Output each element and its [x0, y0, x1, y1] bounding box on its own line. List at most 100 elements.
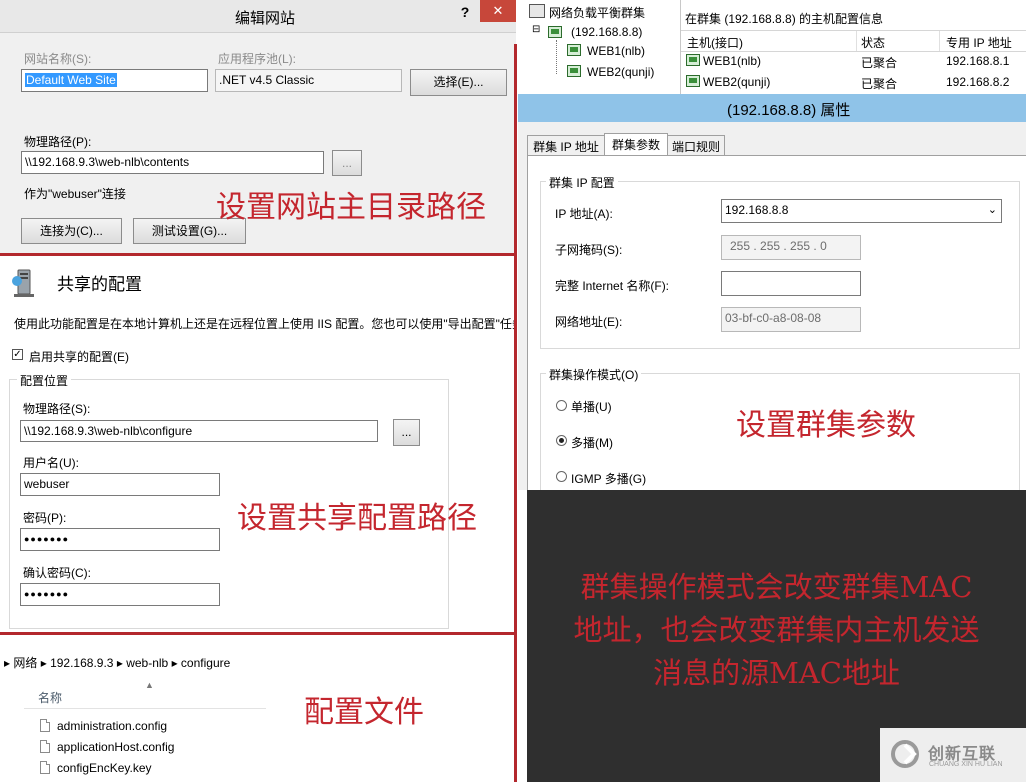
host-config-panel: 在群集 (192.168.8.8) 的主机配置信息 主机(接口) 状态 专用 I… — [680, 0, 1026, 94]
column-host[interactable]: 主机(接口) — [687, 34, 743, 51]
list-item[interactable]: administration.config — [57, 719, 167, 733]
watermark: 创新互联 CHUANG XIN HU LIAN — [880, 728, 1026, 782]
connect-as-button[interactable]: 连接为(C)... — [21, 218, 122, 244]
shared-config-panel: 共享的配置 使用此功能配置是在本地计算机上还是在远程位置上使用 IIS 配置。您… — [0, 258, 514, 632]
tree-cluster[interactable]: (192.168.8.8) — [571, 25, 642, 39]
separator-line — [0, 632, 516, 635]
tab-cluster-ip[interactable]: 群集 IP 地址 — [527, 135, 605, 156]
file-explorer: ▸ 网络 ▸ 192.168.9.3 ▸ web-nlb ▸ configure… — [0, 638, 514, 782]
connect-as-text: 作为"webuser"连接 — [24, 187, 126, 201]
close-button[interactable]: ✕ — [480, 0, 516, 22]
logo-icon — [890, 739, 920, 769]
row-ip: 192.168.8.2 — [946, 75, 1010, 89]
breadcrumb-item[interactable]: web-nlb — [126, 656, 168, 670]
tab-cluster-params[interactable]: 群集参数 — [604, 133, 668, 156]
physical-path-label: 物理路径(P): — [24, 135, 92, 149]
confirm-password-label: 确认密码(C): — [23, 566, 91, 580]
physical-path-input[interactable]: \\192.168.9.3\web-nlb\contents — [21, 151, 324, 174]
select-pool-button[interactable]: 选择(E)... — [410, 69, 507, 96]
tree-collapse-icon[interactable]: ⊟ — [532, 24, 540, 35]
enable-shared-checkbox[interactable]: ✓ — [12, 349, 23, 360]
file-icon — [40, 761, 50, 774]
annotation-shared-path: 设置共享配置路径 — [237, 501, 477, 536]
mode-group-title: 群集操作模式(O) — [546, 366, 642, 383]
breadcrumb-chevron-icon: ▸ — [116, 656, 127, 670]
column-ip[interactable]: 专用 IP 地址 — [946, 34, 1012, 51]
table-row[interactable]: WEB2(qunji) 已聚合 192.168.8.2 — [681, 72, 1026, 92]
username-input[interactable]: webuser — [20, 473, 220, 496]
cluster-tree-icon — [529, 4, 545, 18]
igmp-multicast-label: IGMP 多播(G) — [571, 472, 647, 486]
unicast-radio[interactable] — [556, 400, 567, 411]
breadcrumb-chevron-icon: ▸ — [171, 656, 181, 670]
file-icon — [40, 719, 50, 732]
mask-input: 255 . 255 . 255 . 0 — [721, 235, 861, 260]
ip-value: 192.168.8.8 — [725, 203, 789, 217]
internet-name-label: 完整 Internet 名称(F): — [555, 279, 670, 293]
separator-line — [514, 44, 517, 782]
list-item[interactable]: applicationHost.config — [57, 740, 174, 754]
tree-root[interactable]: 网络负载平衡群集 — [549, 4, 645, 21]
ip-select[interactable]: 192.168.8.8 ⌄ — [721, 199, 1002, 223]
column-name[interactable]: 名称 — [38, 689, 62, 706]
annotation-site-path: 设置网站主目录路径 — [216, 190, 486, 225]
shared-config-title: 共享的配置 — [57, 275, 142, 294]
ip-config-title: 群集 IP 配置 — [546, 174, 618, 191]
host-icon — [567, 65, 581, 77]
unicast-label: 单播(U) — [571, 400, 612, 414]
shared-path-label: 物理路径(S): — [23, 402, 91, 416]
host-icon — [686, 75, 700, 87]
breadcrumb[interactable]: ▸ 网络 ▸ 192.168.9.3 ▸ web-nlb ▸ configure — [4, 654, 230, 671]
annotation-mode-note: 群集操作模式会改变群集MAC 地址，也会改变群集内主机发送 消息的源MAC地址 — [527, 566, 1026, 695]
file-icon — [40, 740, 50, 753]
breadcrumb-item[interactable]: 网络 — [13, 656, 37, 670]
site-name-label: 网站名称(S): — [24, 52, 92, 66]
table-row[interactable]: WEB1(nlb) 已聚合 192.168.8.1 — [681, 51, 1026, 71]
server-icon — [12, 268, 38, 298]
app-pool-input: .NET v4.5 Classic — [215, 69, 402, 92]
confirm-password-input[interactable]: ●●●●●●● — [20, 583, 220, 606]
breadcrumb-chevron-icon: ▸ — [4, 656, 14, 670]
column-status[interactable]: 状态 — [861, 34, 885, 51]
app-pool-label: 应用程序池(L): — [218, 52, 297, 66]
properties-title: (192.168.8.8) 属性 — [727, 102, 851, 119]
note-line: 消息的源MAC地址 — [653, 656, 900, 690]
note-line: 群集操作模式会改变群集MAC — [580, 570, 973, 604]
config-location-title: 配置位置 — [17, 372, 72, 389]
site-name-input[interactable]: Default Web Site — [21, 69, 208, 92]
password-input[interactable]: ●●●●●●● — [20, 528, 220, 551]
igmp-multicast-radio[interactable] — [556, 471, 567, 482]
column-divider — [856, 31, 857, 51]
nlb-tree: 网络负载平衡群集 ⊟ (192.168.8.8) WEB1(nlb) WEB2(… — [516, 0, 680, 94]
password-label: 密码(P): — [23, 511, 67, 525]
cluster-node-icon — [548, 26, 562, 38]
ip-label: IP 地址(A): — [555, 207, 613, 221]
dialog-title-bar: 编辑网站 ? ✕ — [0, 0, 516, 33]
note-line: 地址，也会改变群集内主机发送 — [573, 613, 980, 647]
tree-host-1[interactable]: WEB1(nlb) — [587, 44, 645, 58]
list-item[interactable]: configEncKey.key — [57, 761, 152, 775]
row-status: 已聚合 — [861, 77, 898, 91]
host-icon — [567, 44, 581, 56]
help-button[interactable]: ? — [452, 2, 478, 22]
tree-host-2[interactable]: WEB2(qunji) — [587, 65, 654, 79]
mask-label: 子网掩码(S): — [555, 243, 623, 257]
breadcrumb-item[interactable]: 192.168.9.3 — [50, 656, 113, 670]
internet-name-input[interactable] — [721, 271, 861, 296]
network-address-label: 网络地址(E): — [555, 315, 623, 329]
tab-port-rules[interactable]: 端口规则 — [667, 135, 725, 156]
watermark-sub: CHUANG XIN HU LIAN — [929, 761, 1003, 768]
multicast-radio[interactable] — [556, 435, 567, 446]
row-host: WEB1(nlb) — [703, 54, 762, 68]
properties-title-bar: (192.168.8.8) 属性 — [518, 94, 1026, 122]
breadcrumb-chevron-icon: ▸ — [40, 656, 51, 670]
host-table-title: 在群集 (192.168.8.8) 的主机配置信息 — [685, 12, 884, 26]
breadcrumb-item[interactable]: configure — [181, 656, 230, 670]
shared-browse-button[interactable]: ... — [393, 419, 420, 446]
shared-path-input[interactable]: \\192.168.9.3\web-nlb\configure — [20, 420, 378, 442]
browse-path-button[interactable]: ... — [332, 150, 362, 176]
column-divider — [939, 31, 940, 51]
row-ip: 192.168.8.1 — [946, 54, 1010, 68]
annotation-cluster-params: 设置群集参数 — [736, 408, 916, 443]
network-address-input: 03-bf-c0-a8-08-08 — [721, 307, 861, 332]
